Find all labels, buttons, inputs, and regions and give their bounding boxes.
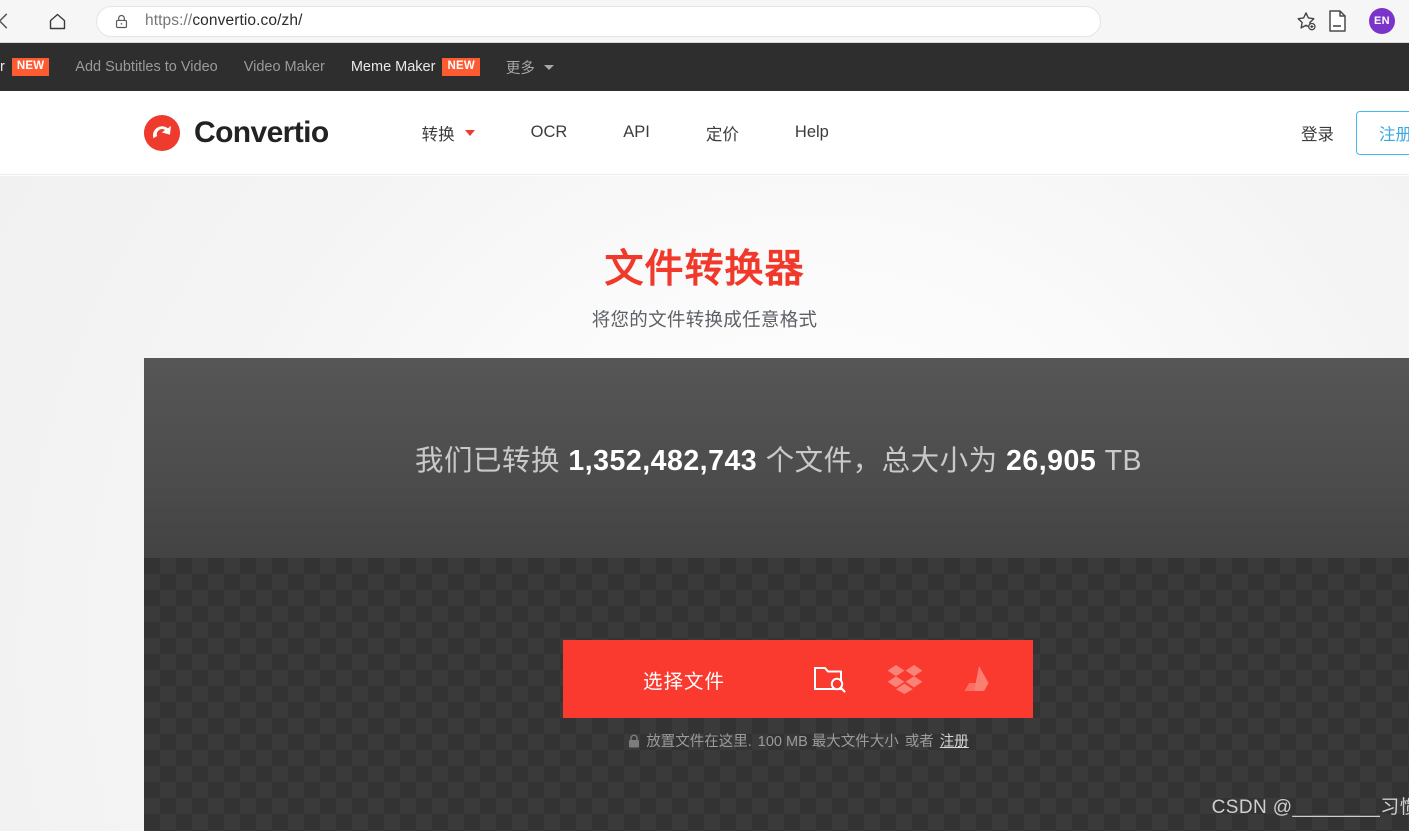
nav-item-api[interactable]: API (595, 123, 678, 142)
promo-item-label: Meme Maker (350, 59, 436, 75)
dropbox-icon[interactable] (887, 664, 923, 694)
page-subtitle: 将您的文件转换成任意格式 (591, 309, 818, 330)
browser-toolbar: https://convertio.co/zh/ EN (0, 0, 1409, 43)
google-drive-icon[interactable] (963, 664, 995, 694)
browser-extension-area: EN (1323, 7, 1409, 35)
lock-icon (113, 13, 130, 30)
folder-search-icon[interactable] (813, 664, 847, 694)
promo-item-video-maker[interactable]: Video Maker (244, 59, 325, 75)
brand-logo[interactable]: Convertio (143, 114, 329, 152)
choose-file-button[interactable]: 选择文件 (563, 640, 1033, 718)
back-arrow-icon[interactable] (0, 4, 14, 38)
avatar[interactable]: EN (1369, 8, 1395, 34)
converter-widget: 我们已转换 1,352,482,743 个文件，总大小为 26,905 TB 选… (144, 358, 1409, 831)
promo-item-meme-maker[interactable]: Meme Maker NEW (350, 58, 480, 76)
nav-item-help[interactable]: Help (767, 123, 857, 142)
nav-item-label: Help (794, 123, 829, 141)
stats-prefix: 我们已转换 (414, 444, 560, 477)
nav-item-label: 转换 (421, 125, 455, 144)
new-badge: NEW (11, 58, 50, 76)
stats-banner: 我们已转换 1,352,482,743 个文件，总大小为 26,905 TB (144, 358, 1409, 558)
lock-icon (628, 734, 640, 748)
drop-hint-or: 或者 (904, 734, 934, 750)
star-add-icon[interactable] (1289, 4, 1323, 38)
brand-name: Convertio (194, 115, 329, 149)
nav-item-ocr[interactable]: OCR (503, 123, 596, 142)
main-navigation: 转换 OCR API 定价 Help (394, 121, 857, 145)
login-link[interactable]: 登录 (1301, 121, 1334, 145)
chevron-down-icon (464, 129, 475, 136)
page-title: 文件转换器 (604, 248, 805, 291)
promo-more-label: 更多 (505, 60, 535, 77)
promo-navbar: r NEW Add Subtitles to Video Video Maker… (0, 43, 1409, 91)
nav-item-label: 定价 (705, 125, 739, 144)
drop-zone-hint: 放置文件在这里. 100 MB 最大文件大小 或者 注册 (144, 730, 1409, 751)
promo-item-add-subtitles[interactable]: Add Subtitles to Video (75, 59, 217, 75)
stats-total-size: 26,905 (1006, 444, 1097, 477)
nav-item-pricing[interactable]: 定价 (678, 121, 767, 145)
convertio-logo-icon (143, 114, 181, 152)
file-source-buttons (813, 664, 1033, 694)
watermark: CSDN @________习惯 (1211, 797, 1409, 818)
stats-line: 我们已转换 1,352,482,743 个文件，总大小为 26,905 TB (415, 438, 1142, 479)
address-bar-text: https://convertio.co/zh/ (145, 12, 303, 29)
nav-item-label: OCR (530, 123, 568, 141)
stats-files-count: 1,352,482,743 (568, 444, 758, 477)
promo-item-label: Video Maker (243, 59, 325, 75)
browser-nav-controls (0, 4, 74, 38)
stats-size-unit: TB (1104, 444, 1143, 477)
home-icon[interactable] (40, 4, 74, 38)
promo-more-menu[interactable]: 更多 (506, 57, 554, 78)
promo-item-label: Add Subtitles to Video (75, 59, 218, 75)
drop-hint-signup-link[interactable]: 注册 (940, 730, 969, 751)
header-account-actions: 登录 注册 (1301, 110, 1409, 155)
stats-middle: 个文件，总大小为 (765, 444, 998, 477)
address-bar[interactable]: https://convertio.co/zh/ (96, 5, 1101, 37)
choose-file-label: 选择文件 (643, 670, 726, 693)
nav-item-label: API (623, 123, 650, 141)
promo-item-label: r (0, 59, 5, 75)
drop-hint-limit: 100 MB 最大文件大小 (757, 734, 899, 750)
file-drop-zone[interactable]: 选择文件 放置文件在这里. 100 MB 最大文件大小 或者 注册 CSDN @… (144, 558, 1409, 831)
new-badge: NEW (442, 58, 480, 76)
document-icon[interactable] (1323, 7, 1351, 35)
promo-item-clipped[interactable]: r NEW (0, 58, 50, 76)
nav-item-convert[interactable]: 转换 (394, 121, 503, 145)
site-header: Convertio 转换 OCR API 定价 Help 登录 注册 (0, 91, 1409, 175)
drop-hint-prefix: 放置文件在这里. (646, 734, 752, 750)
chevron-down-icon (543, 64, 554, 70)
signup-button[interactable]: 注册 (1356, 110, 1409, 155)
